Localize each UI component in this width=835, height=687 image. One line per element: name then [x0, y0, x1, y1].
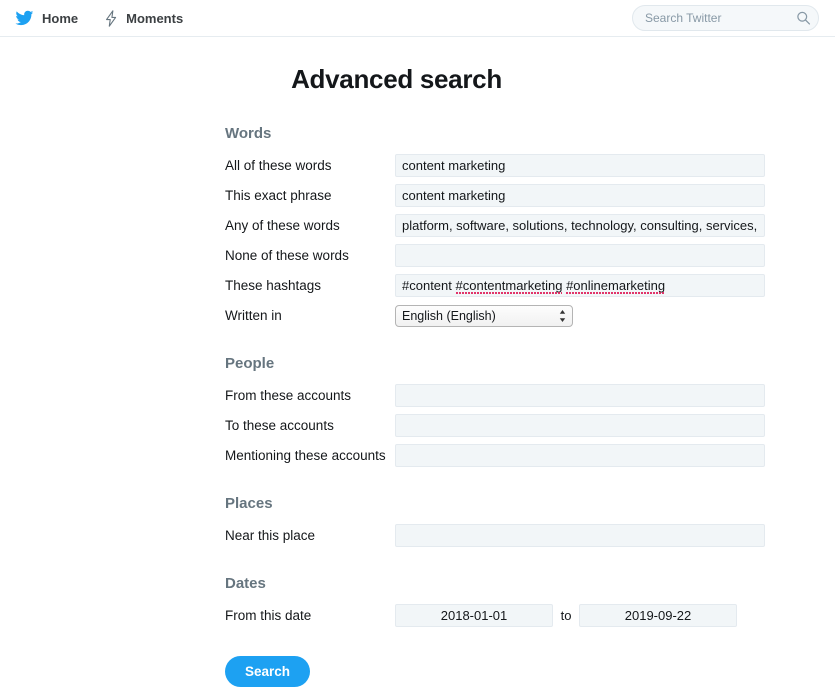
- date-range-separator: to: [553, 608, 579, 623]
- hashtag-text-valid: #content: [402, 278, 456, 293]
- input-end-date[interactable]: [579, 604, 737, 627]
- field-row-all-words: All of these words: [225, 151, 835, 180]
- input-any-words[interactable]: [395, 214, 765, 237]
- nav-item-moments[interactable]: Moments: [104, 10, 183, 27]
- label-near-place: Near this place: [225, 529, 395, 543]
- field-row-any-words: Any of these words: [225, 211, 835, 240]
- hashtag-text-misspelled-one: #contentmarketing: [456, 278, 563, 293]
- field-row-to-accounts: To these accounts: [225, 411, 835, 440]
- input-all-words[interactable]: [395, 154, 765, 177]
- input-near-place[interactable]: [395, 524, 765, 547]
- section-heading-dates: Dates: [225, 575, 835, 592]
- input-start-date[interactable]: [395, 604, 553, 627]
- twitter-bird-icon: [14, 9, 35, 27]
- field-row-none-words: None of these words: [225, 241, 835, 270]
- page-title: Advanced search: [0, 64, 835, 95]
- nav-links: Home Moments: [14, 9, 183, 27]
- field-row-date-range: From this date to: [225, 601, 835, 630]
- nav-item-home[interactable]: Home: [14, 9, 78, 27]
- label-to-accounts: To these accounts: [225, 419, 395, 433]
- label-all-words: All of these words: [225, 159, 395, 173]
- section-heading-words: Words: [225, 125, 835, 142]
- label-any-words: Any of these words: [225, 219, 395, 233]
- field-row-from-accounts: From these accounts: [225, 381, 835, 410]
- section-people: People From these accounts To these acco…: [225, 355, 835, 470]
- label-from-accounts: From these accounts: [225, 389, 395, 403]
- section-heading-people: People: [225, 355, 835, 372]
- hashtag-text-misspelled-two: #onlinemarketing: [566, 278, 665, 293]
- input-to-accounts[interactable]: [395, 414, 765, 437]
- search-icon[interactable]: [796, 11, 811, 26]
- input-mentioning-accounts[interactable]: [395, 444, 765, 467]
- nav-right-group: [632, 5, 819, 31]
- section-places: Places Near this place: [225, 495, 835, 550]
- label-mentioning-accounts: Mentioning these accounts: [225, 449, 395, 463]
- field-row-exact-phrase: This exact phrase: [225, 181, 835, 210]
- section-heading-places: Places: [225, 495, 835, 512]
- label-none-words: None of these words: [225, 249, 395, 263]
- search-box: [632, 5, 819, 31]
- label-hashtags: These hashtags: [225, 279, 395, 293]
- input-exact-phrase[interactable]: [395, 184, 765, 207]
- search-input[interactable]: [632, 5, 819, 31]
- nav-item-moments-label: Moments: [126, 11, 183, 26]
- input-hashtags[interactable]: #content #contentmarketing #onlinemarket…: [395, 274, 765, 297]
- field-row-mentioning-accounts: Mentioning these accounts: [225, 441, 835, 470]
- label-from-date: From this date: [225, 609, 395, 623]
- input-none-words[interactable]: [395, 244, 765, 267]
- lightning-bolt-icon: [104, 10, 119, 27]
- field-row-hashtags: These hashtags #content #contentmarketin…: [225, 271, 835, 300]
- submit-row: Search: [225, 656, 835, 687]
- input-from-accounts[interactable]: [395, 384, 765, 407]
- label-language: Written in: [225, 309, 395, 323]
- nav-item-home-label: Home: [42, 11, 78, 26]
- field-row-near-place: Near this place: [225, 521, 835, 550]
- select-language[interactable]: English (English): [395, 305, 573, 327]
- language-select-wrapper: English (English): [395, 305, 573, 327]
- field-row-language: Written in English (English): [225, 301, 835, 330]
- top-navigation-bar: Home Moments: [0, 0, 835, 37]
- page-body: Advanced search Words All of these words…: [0, 37, 835, 687]
- section-dates: Dates From this date to: [225, 575, 835, 630]
- search-submit-button[interactable]: Search: [225, 656, 310, 687]
- label-exact-phrase: This exact phrase: [225, 189, 395, 203]
- advanced-search-form: Words All of these words This exact phra…: [0, 125, 835, 687]
- section-words: Words All of these words This exact phra…: [225, 125, 835, 330]
